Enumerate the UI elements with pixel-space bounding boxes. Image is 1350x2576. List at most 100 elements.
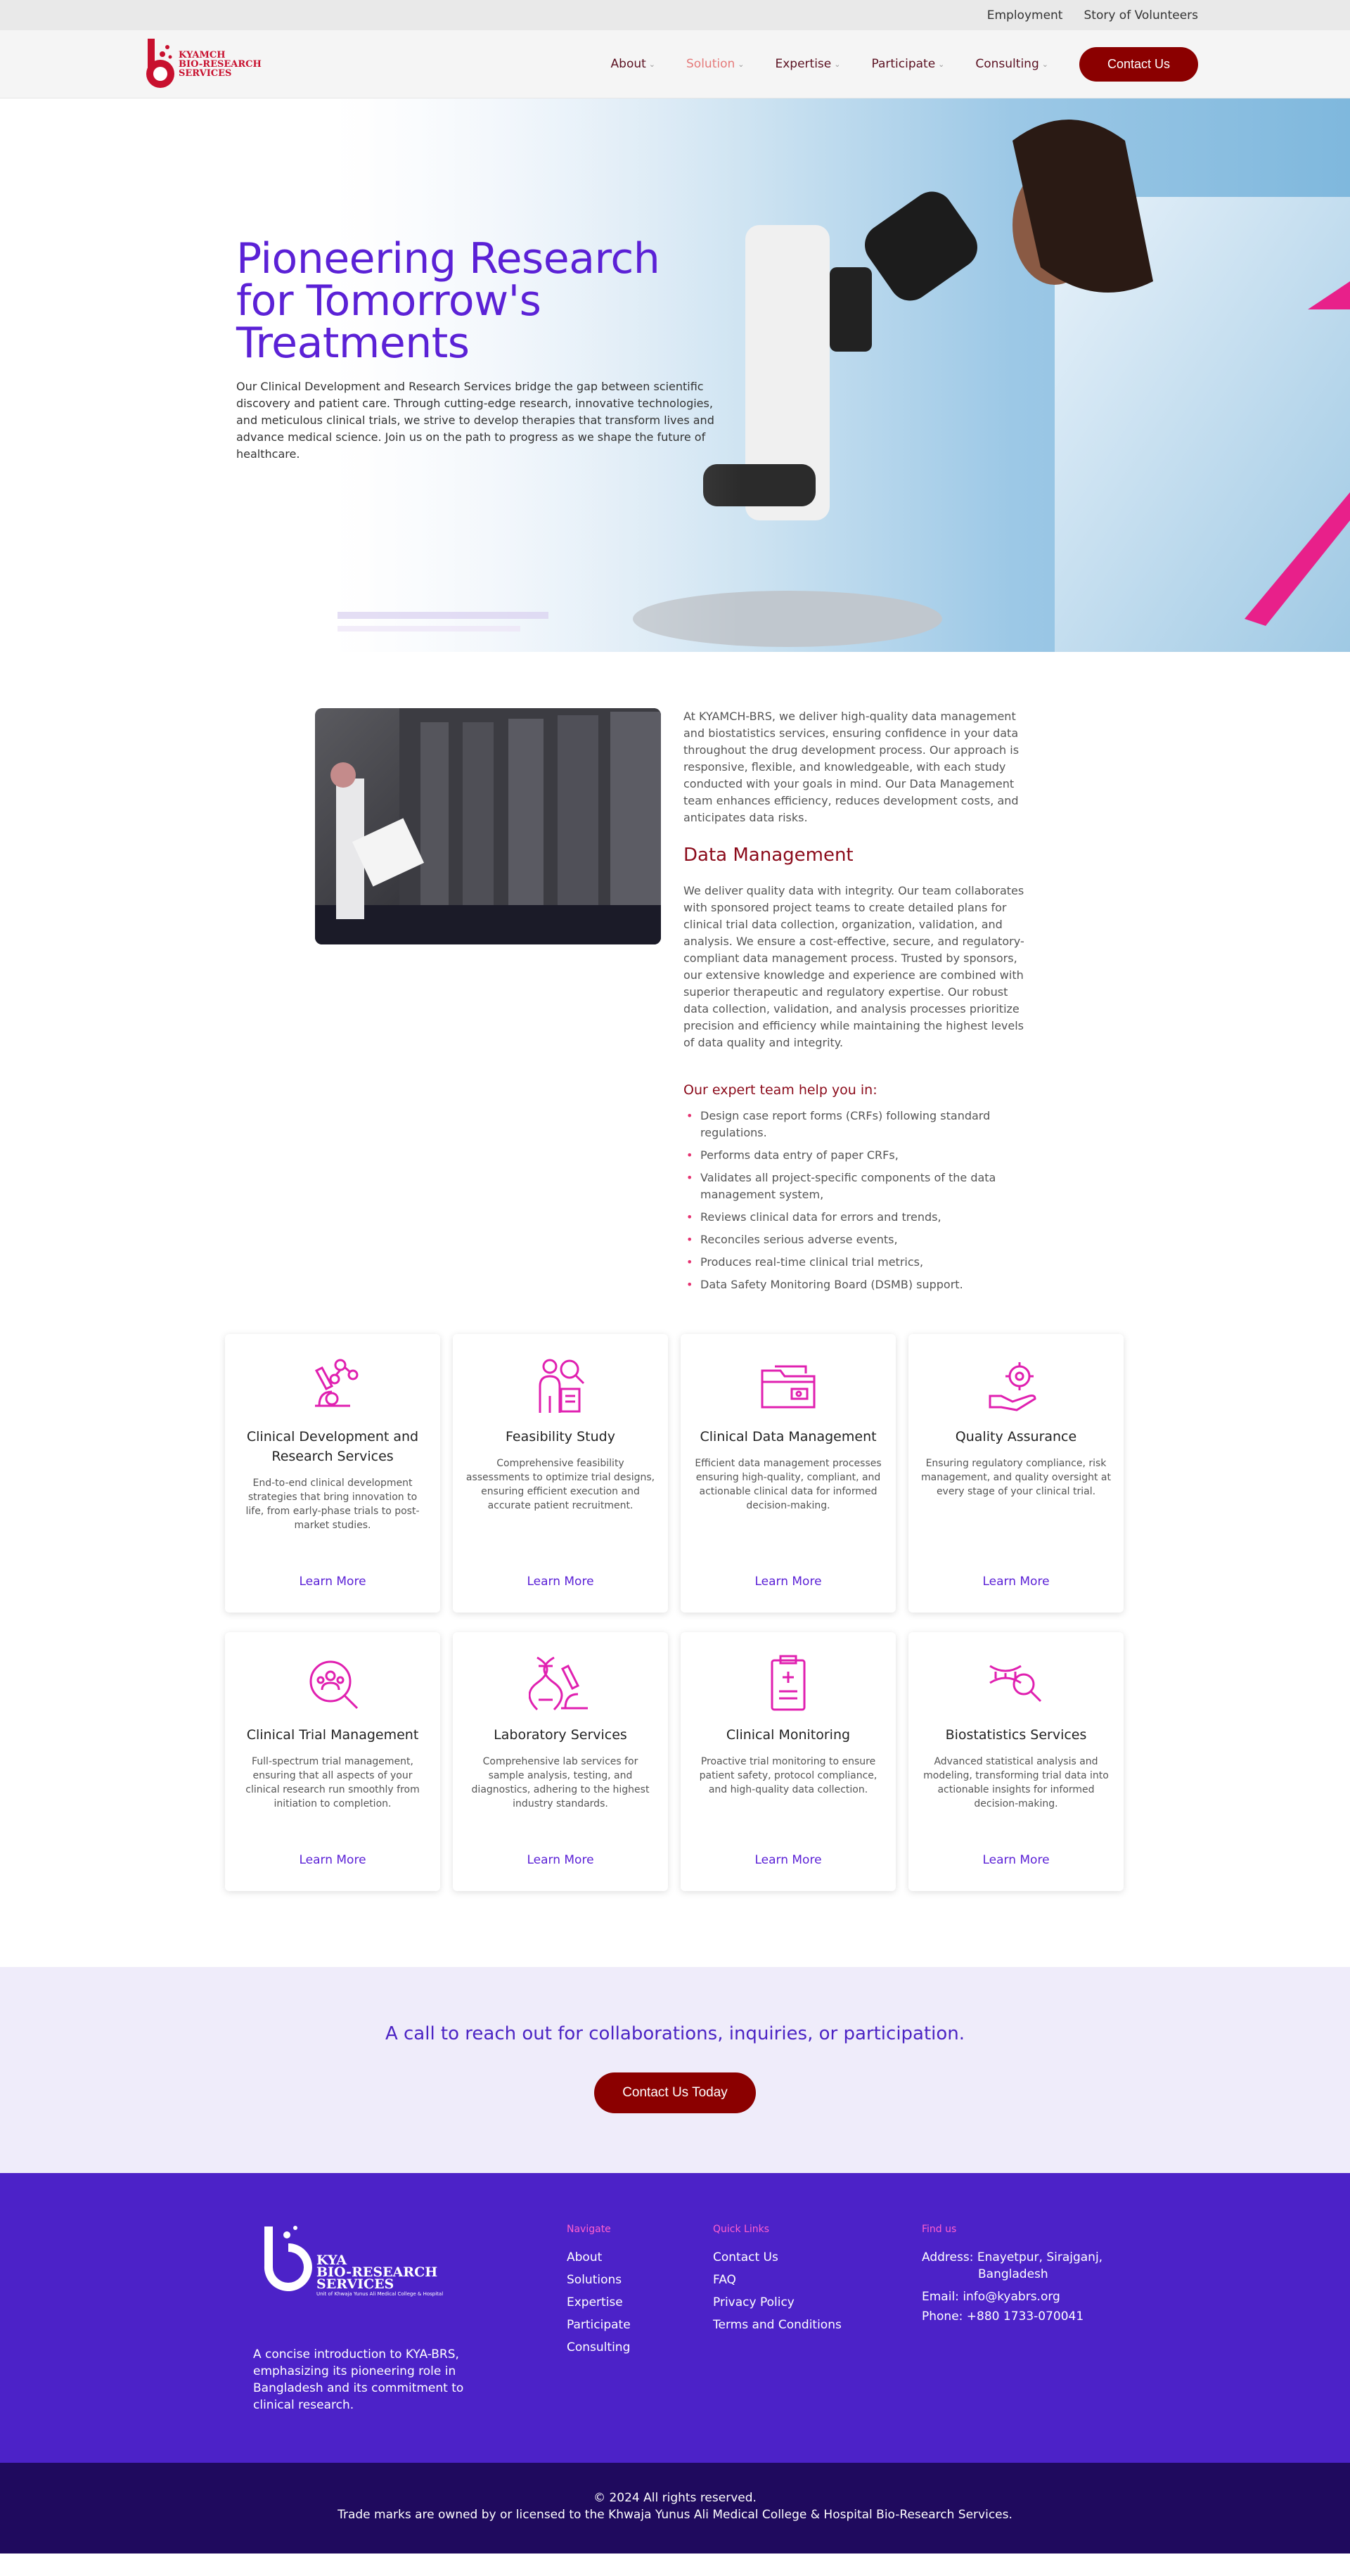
logo[interactable]: KYAMCH BIO-RESEARCH SERVICES [145, 37, 262, 91]
contact-us-today-button[interactable]: Contact Us Today [594, 2072, 756, 2113]
footer-address: Address: Enayetpur, Sirajganj, Banglades… [922, 2246, 1147, 2286]
footer-navigate: Navigate About Solutions Expertise Parti… [567, 2224, 631, 2359]
site-header: KYAMCH BIO-RESEARCH SERVICES About ⌄ Solu… [0, 30, 1350, 98]
phone-label: Phone: [922, 2309, 963, 2324]
hero-section: Pioneering Research for Tomorrow's Treat… [0, 98, 1350, 652]
service-card[interactable]: Clinical Data Management Efficient data … [681, 1334, 896, 1613]
card-title: Biostatistics Services [945, 1727, 1087, 1743]
nav-consulting-label: Consulting [975, 57, 1039, 71]
molecule-microscope-icon [314, 1359, 359, 1407]
dm-heading: Data Management [683, 845, 854, 866]
email-label: Email: [922, 2290, 959, 2304]
nav-expertise-label: Expertise [775, 57, 832, 71]
nav-consulting[interactable]: Consulting ⌄ [975, 57, 1048, 71]
main-nav: About ⌄ Solution ⌄ Expertise ⌄ Participate ⌄… [611, 46, 1198, 82]
learn-more-link[interactable]: Learn More [681, 1575, 896, 1589]
employment-link[interactable]: Employment [987, 8, 1063, 23]
lab-storage-photo [315, 708, 661, 944]
address-value: Enayetpur, Sirajganj, [977, 2250, 1103, 2264]
copyright-bar: © 2024 All rights reserved. Trade marks … [0, 2463, 1350, 2553]
card-description: Comprehensive feasibility assessments to… [465, 1458, 655, 1511]
footer-logo-line-3: SERVICES [316, 2276, 394, 2292]
lab-storage-illustration [315, 708, 661, 944]
service-card[interactable]: Biostatistics Services Advanced statisti… [908, 1632, 1124, 1891]
service-card[interactable]: Clinical Trial Management Full-spectrum … [225, 1632, 440, 1891]
footer-link-terms[interactable]: Terms and Conditions [713, 2314, 842, 2336]
card-description: Advanced statistical analysis and modeli… [923, 1756, 1109, 1809]
service-card[interactable]: Clinical Monitoring Proactive trial moni… [681, 1632, 896, 1891]
list-item: Performs data entry of paper CRFs, [683, 1147, 1035, 1164]
card-title: Clinical Development and Research Servic… [246, 1429, 419, 1464]
list-item: Design case report forms (CRFs) followin… [683, 1108, 1035, 1141]
card-title: Clinical Monitoring [726, 1727, 851, 1743]
nav-participate[interactable]: Participate ⌄ [871, 57, 944, 71]
chevron-down-icon: ⌄ [1041, 59, 1048, 69]
logo-line-3: SERVICES [179, 68, 232, 79]
contact-us-button[interactable]: Contact Us [1079, 46, 1198, 82]
chevron-down-icon: ⌄ [938, 59, 945, 69]
service-card[interactable]: Laboratory Services Comprehensive lab se… [453, 1632, 668, 1891]
nav-solution[interactable]: Solution ⌄ [686, 57, 744, 71]
card-title: Quality Assurance [955, 1429, 1077, 1444]
footer-quick-links: Quick Links Contact Us FAQ Privacy Polic… [713, 2224, 842, 2336]
nav-expertise[interactable]: Expertise ⌄ [776, 57, 841, 71]
footer-link-expertise[interactable]: Expertise [567, 2291, 631, 2314]
nav-about[interactable]: About ⌄ [611, 57, 655, 71]
learn-more-link[interactable]: Learn More [908, 1575, 1124, 1589]
person-analysis-icon [539, 1359, 585, 1413]
cta-section: A call to reach out for collaborations, … [0, 1967, 1350, 2173]
card-title: Clinical Data Management [700, 1429, 877, 1444]
hero-description: Our Clinical Development and Research Se… [236, 380, 714, 461]
footer-link-about[interactable]: About [567, 2246, 631, 2269]
learn-more-link[interactable]: Learn More [908, 1853, 1124, 1867]
footer-navigate-heading: Navigate [567, 2224, 611, 2235]
footer-link-participate[interactable]: Participate [567, 2314, 631, 2336]
address-value-2: Bangladesh [978, 2267, 1048, 2281]
dna-microscope-icon [529, 1656, 588, 1711]
learn-more-link[interactable]: Learn More [453, 1853, 668, 1867]
card-title: Clinical Trial Management [246, 1727, 419, 1743]
hero-text: Pioneering Research for Tomorrow's Treat… [236, 238, 728, 463]
service-card[interactable]: Feasibility Study Comprehensive feasibil… [453, 1334, 668, 1613]
footer-link-solutions[interactable]: Solutions [567, 2269, 631, 2291]
logo-text: KYAMCH BIO-RESEARCH SERVICES [179, 51, 262, 78]
footer-find-heading: Find us [922, 2224, 957, 2235]
logo-line-2: BIO-RESEARCH [179, 58, 262, 70]
story-of-volunteers-link[interactable]: Story of Volunteers [1084, 8, 1198, 23]
nav-solution-label: Solution [686, 57, 735, 71]
service-card[interactable]: Quality Assurance Ensuring regulatory co… [908, 1334, 1124, 1613]
footer-about: A concise introduction to KYA-BRS, empha… [253, 2347, 464, 2412]
chevron-down-icon: ⌄ [648, 59, 656, 69]
footer-link-privacy[interactable]: Privacy Policy [713, 2291, 842, 2314]
copyright-text: © 2024 All rights reserved. [593, 2491, 757, 2505]
email-link[interactable]: info@kyabrs.org [963, 2290, 1060, 2304]
data-management-section: At KYAMCH-BRS, we deliver high-quality d… [0, 652, 1350, 1334]
nav-about-label: About [610, 57, 646, 71]
trademark-text: Trade marks are owned by or licensed to … [338, 2508, 1012, 2522]
learn-more-link[interactable]: Learn More [681, 1853, 896, 1867]
footer-logo-subtitle: Unit of Khwaja Yunus Ali Medical College… [316, 2291, 444, 2297]
nav-participate-label: Participate [871, 57, 936, 71]
site-footer: KYA BIO-RESEARCH SERVICES Unit of Khwaja… [0, 2173, 1350, 2463]
service-card[interactable]: Clinical Development and Research Servic… [225, 1334, 440, 1613]
footer-logo-text: KYA BIO-RESEARCH SERVICES Unit of Khwaja… [316, 2254, 444, 2298]
list-item: Reconciles serious adverse events, [683, 1231, 1035, 1248]
card-description: Ensuring regulatory compliance, risk man… [921, 1458, 1111, 1497]
cta-heading: A call to reach out for collaborations, … [385, 2023, 965, 2044]
learn-more-link[interactable]: Learn More [225, 1575, 440, 1589]
footer-logo[interactable]: KYA BIO-RESEARCH SERVICES Unit of Khwaja… [253, 2224, 450, 2311]
phone-value: +880 1733-070041 [966, 2309, 1084, 2324]
hero-title-line-1: Pioneering Research [236, 234, 660, 283]
hero-title-line-3: Treatments [236, 319, 470, 368]
learn-more-link[interactable]: Learn More [453, 1575, 668, 1589]
footer-link-consulting[interactable]: Consulting [567, 2336, 631, 2359]
card-description: Full-spectrum trial management, ensuring… [245, 1756, 420, 1809]
hero-title: Pioneering Research for Tomorrow's Treat… [236, 238, 728, 364]
services-grid: Clinical Development and Research Servic… [0, 1334, 1350, 1967]
footer-link-contact[interactable]: Contact Us [713, 2246, 842, 2269]
learn-more-link[interactable]: Learn More [225, 1853, 440, 1867]
footer-email: Email: info@kyabrs.org [922, 2286, 1147, 2308]
footer-link-faq[interactable]: FAQ [713, 2269, 842, 2291]
team-search-icon [309, 1660, 359, 1710]
hand-gear-icon [989, 1362, 1036, 1411]
